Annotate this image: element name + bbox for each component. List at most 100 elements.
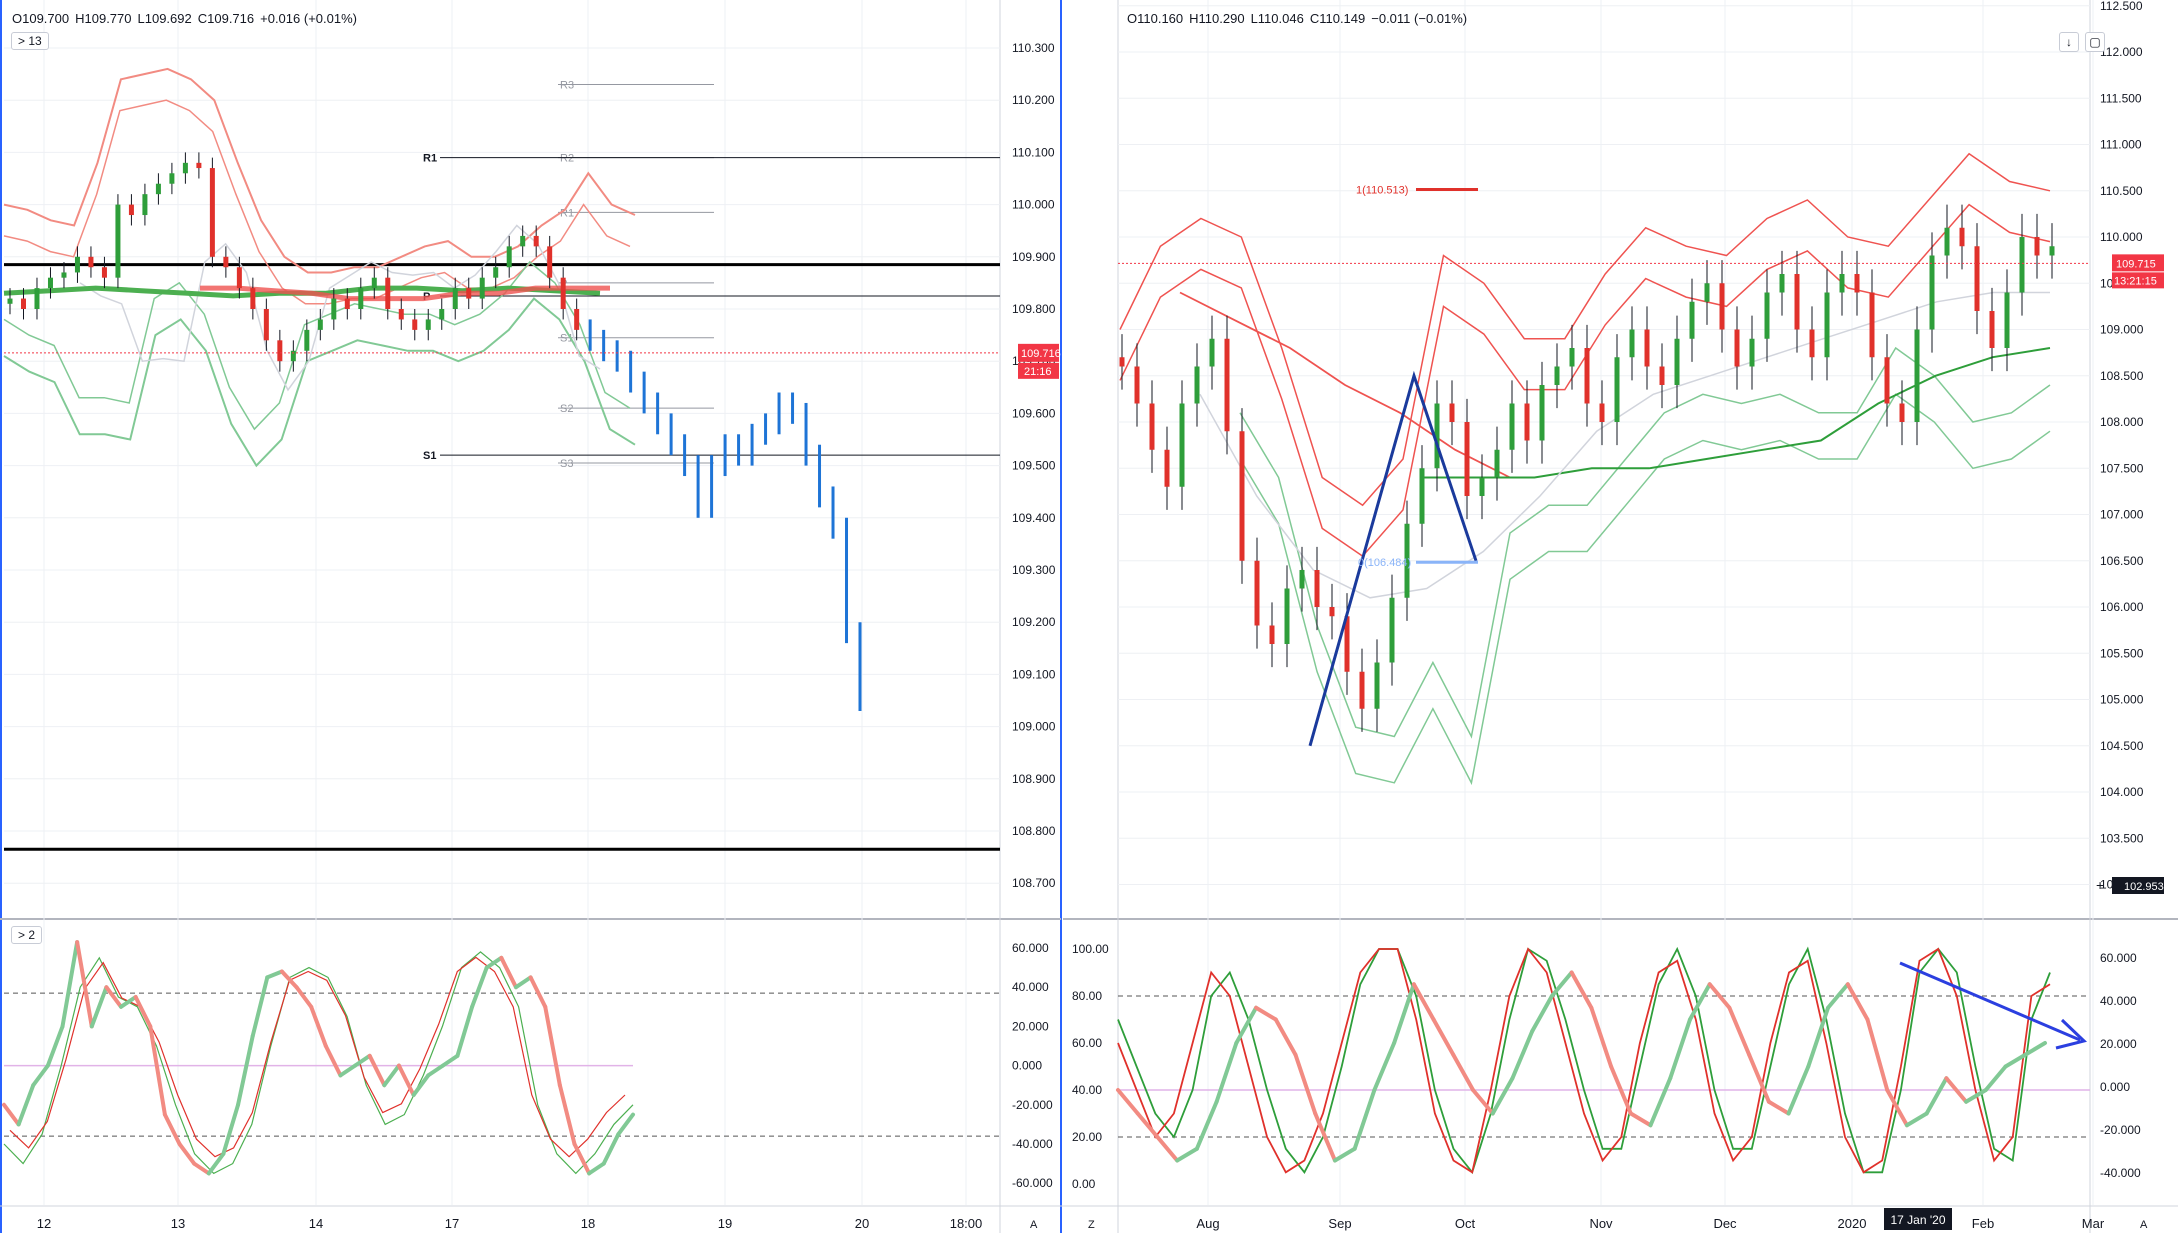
- right-candle-body: [1659, 366, 1665, 385]
- right-candle-body: [1974, 246, 1980, 311]
- right-candle-body: [1704, 283, 1710, 302]
- left-candle-body: [533, 235, 539, 247]
- right-candle-body: [1869, 292, 1875, 358]
- left-candle-body: [506, 246, 512, 268]
- right-osc-right-tick: -40.000: [2100, 1166, 2141, 1180]
- right-x-tick: 2020: [1838, 1216, 1867, 1231]
- right-ohlc-high: H110.290: [1189, 11, 1245, 26]
- right-ohlc-change: −0.011 (−0.01%): [1371, 11, 1468, 26]
- right-candle-body: [1539, 385, 1545, 441]
- right-candle-body: [1509, 403, 1515, 450]
- right-candle-body: [1569, 348, 1575, 367]
- right-candle-body: [1479, 477, 1485, 496]
- left-candle-body: [209, 168, 215, 257]
- right-candle-body: [1209, 338, 1215, 367]
- left-ohlc-readout: O109.700 H109.770 L109.692 C109.716 +0.016 (…: [12, 11, 363, 26]
- left-y-tick: 109.500: [1012, 459, 1056, 473]
- left-y-tick: 110.200: [1012, 93, 1055, 107]
- right-osc-right-tick: 60.000: [2100, 951, 2137, 965]
- crosshair-price-text: 102.953: [2124, 881, 2164, 893]
- left-osc-y-tick: -20.000: [1012, 1098, 1053, 1112]
- left-auto-scale-label: A: [1030, 1219, 1038, 1231]
- left-candle-body: [574, 309, 580, 330]
- right-y-tick: 112.000: [2100, 45, 2143, 59]
- right-osc-left-tick: 60.00: [1072, 1036, 1102, 1050]
- left-candle-body: [250, 288, 256, 309]
- right-candle-body: [1464, 422, 1470, 496]
- right-y-tick: 104.500: [2100, 739, 2144, 753]
- right-y-tick: 110.000: [2100, 230, 2143, 244]
- right-candle-body: [1524, 403, 1530, 441]
- left-candle-body: [223, 256, 229, 268]
- right-candle-body: [1374, 662, 1380, 709]
- left-candle-body: [520, 235, 526, 247]
- right-corner-left-label: Z: [1088, 1219, 1095, 1231]
- right-candle-body: [1554, 366, 1560, 385]
- right-y-tick: 106.500: [2100, 554, 2144, 568]
- left-candle-body: [155, 183, 161, 195]
- right-osc-left-tick: 20.00: [1072, 1130, 1102, 1144]
- right-candle-body: [2034, 237, 2040, 256]
- right-candle-body: [1494, 449, 1500, 478]
- left-candle-body: [479, 277, 485, 299]
- left-candle-body: [74, 256, 80, 273]
- right-y-tick: 105.000: [2100, 693, 2144, 707]
- right-candle-body: [1749, 338, 1755, 367]
- frame-icon[interactable]: ▢: [2085, 32, 2105, 52]
- right-candle-body: [1314, 570, 1320, 607]
- left-candle-body: [331, 298, 337, 320]
- left-y-tick: 109.400: [1012, 511, 1056, 525]
- left-y-tick: 109.800: [1012, 302, 1056, 316]
- left-candle-body: [547, 246, 553, 278]
- right-candle-body: [1134, 366, 1140, 404]
- right-y-tick: 107.500: [2100, 461, 2144, 475]
- right-y-tick: 105.500: [2100, 646, 2144, 660]
- left-osc-y-tick: 20.000: [1012, 1019, 1049, 1033]
- right-candle-body: [1179, 403, 1185, 487]
- date-highlight-text: 17 Jan '20: [1890, 1213, 1945, 1227]
- right-candle-body: [1674, 338, 1680, 385]
- left-x-tick: 14: [309, 1216, 323, 1231]
- left-main-collapse-button[interactable]: > 13: [11, 32, 49, 50]
- right-osc-right-tick: 40.000: [2100, 994, 2137, 1008]
- left-osc-collapse-button[interactable]: > 2: [11, 926, 43, 944]
- right-candle-body: [1284, 588, 1290, 644]
- left-candle-body: [115, 204, 121, 278]
- chart-root: 110.300 110.200 110.100 110.000 109.900 109.8…: [0, 0, 2178, 1233]
- left-candle-body: [344, 298, 350, 309]
- right-y-tick: 110.500: [2100, 184, 2143, 198]
- left-candle-body: [88, 256, 94, 268]
- left-countdown-text: 21:16: [1024, 366, 1052, 378]
- scroll-down-icon[interactable]: ↓: [2059, 32, 2079, 52]
- chart-canvas[interactable]: 110.300 110.200 110.100 110.000 109.900 109.8…: [0, 0, 2178, 1233]
- right-candle-body: [1644, 329, 1650, 367]
- left-candle-body: [182, 162, 188, 174]
- right-ohlc-readout: O110.160 H110.290 L110.046 C110.149 −0.011 (…: [1127, 11, 1473, 26]
- left-candle-body: [560, 277, 566, 309]
- right-candle-body: [1809, 329, 1815, 358]
- right-y-tick: 109.000: [2100, 323, 2144, 337]
- left-candle-body: [317, 319, 323, 330]
- left-candle-body: [128, 204, 134, 216]
- right-candle-body: [1239, 431, 1245, 561]
- right-corner-right-label: A: [2140, 1219, 2148, 1231]
- left-ohlc-change: +0.016 (+0.01%): [260, 11, 357, 26]
- right-candle-body: [1614, 357, 1620, 422]
- left-candle-body: [61, 272, 67, 278]
- right-ohlc-open: O110.160: [1127, 11, 1184, 26]
- right-x-tick: Dec: [1713, 1216, 1737, 1231]
- right-ohlc-low: L110.046: [1250, 11, 1304, 26]
- left-x-tick: 18: [581, 1216, 595, 1231]
- right-candle-body: [1299, 570, 1305, 589]
- right-y-tick: 111.500: [2100, 91, 2142, 105]
- gray-pivot-label: S3: [560, 458, 573, 470]
- right-osc-right-tick: -20.000: [2100, 1123, 2141, 1137]
- left-candle-body: [277, 340, 283, 362]
- right-osc-left-tick: 40.00: [1072, 1083, 1102, 1097]
- left-osc-y-tick: 0.000: [1012, 1059, 1042, 1073]
- left-candle-body: [290, 350, 296, 362]
- right-candle-body: [1389, 597, 1395, 663]
- right-osc-left-tick: 0.00: [1072, 1177, 1096, 1191]
- left-y-tick: 110.100: [1012, 145, 1055, 159]
- right-x-tick: Nov: [1589, 1216, 1613, 1231]
